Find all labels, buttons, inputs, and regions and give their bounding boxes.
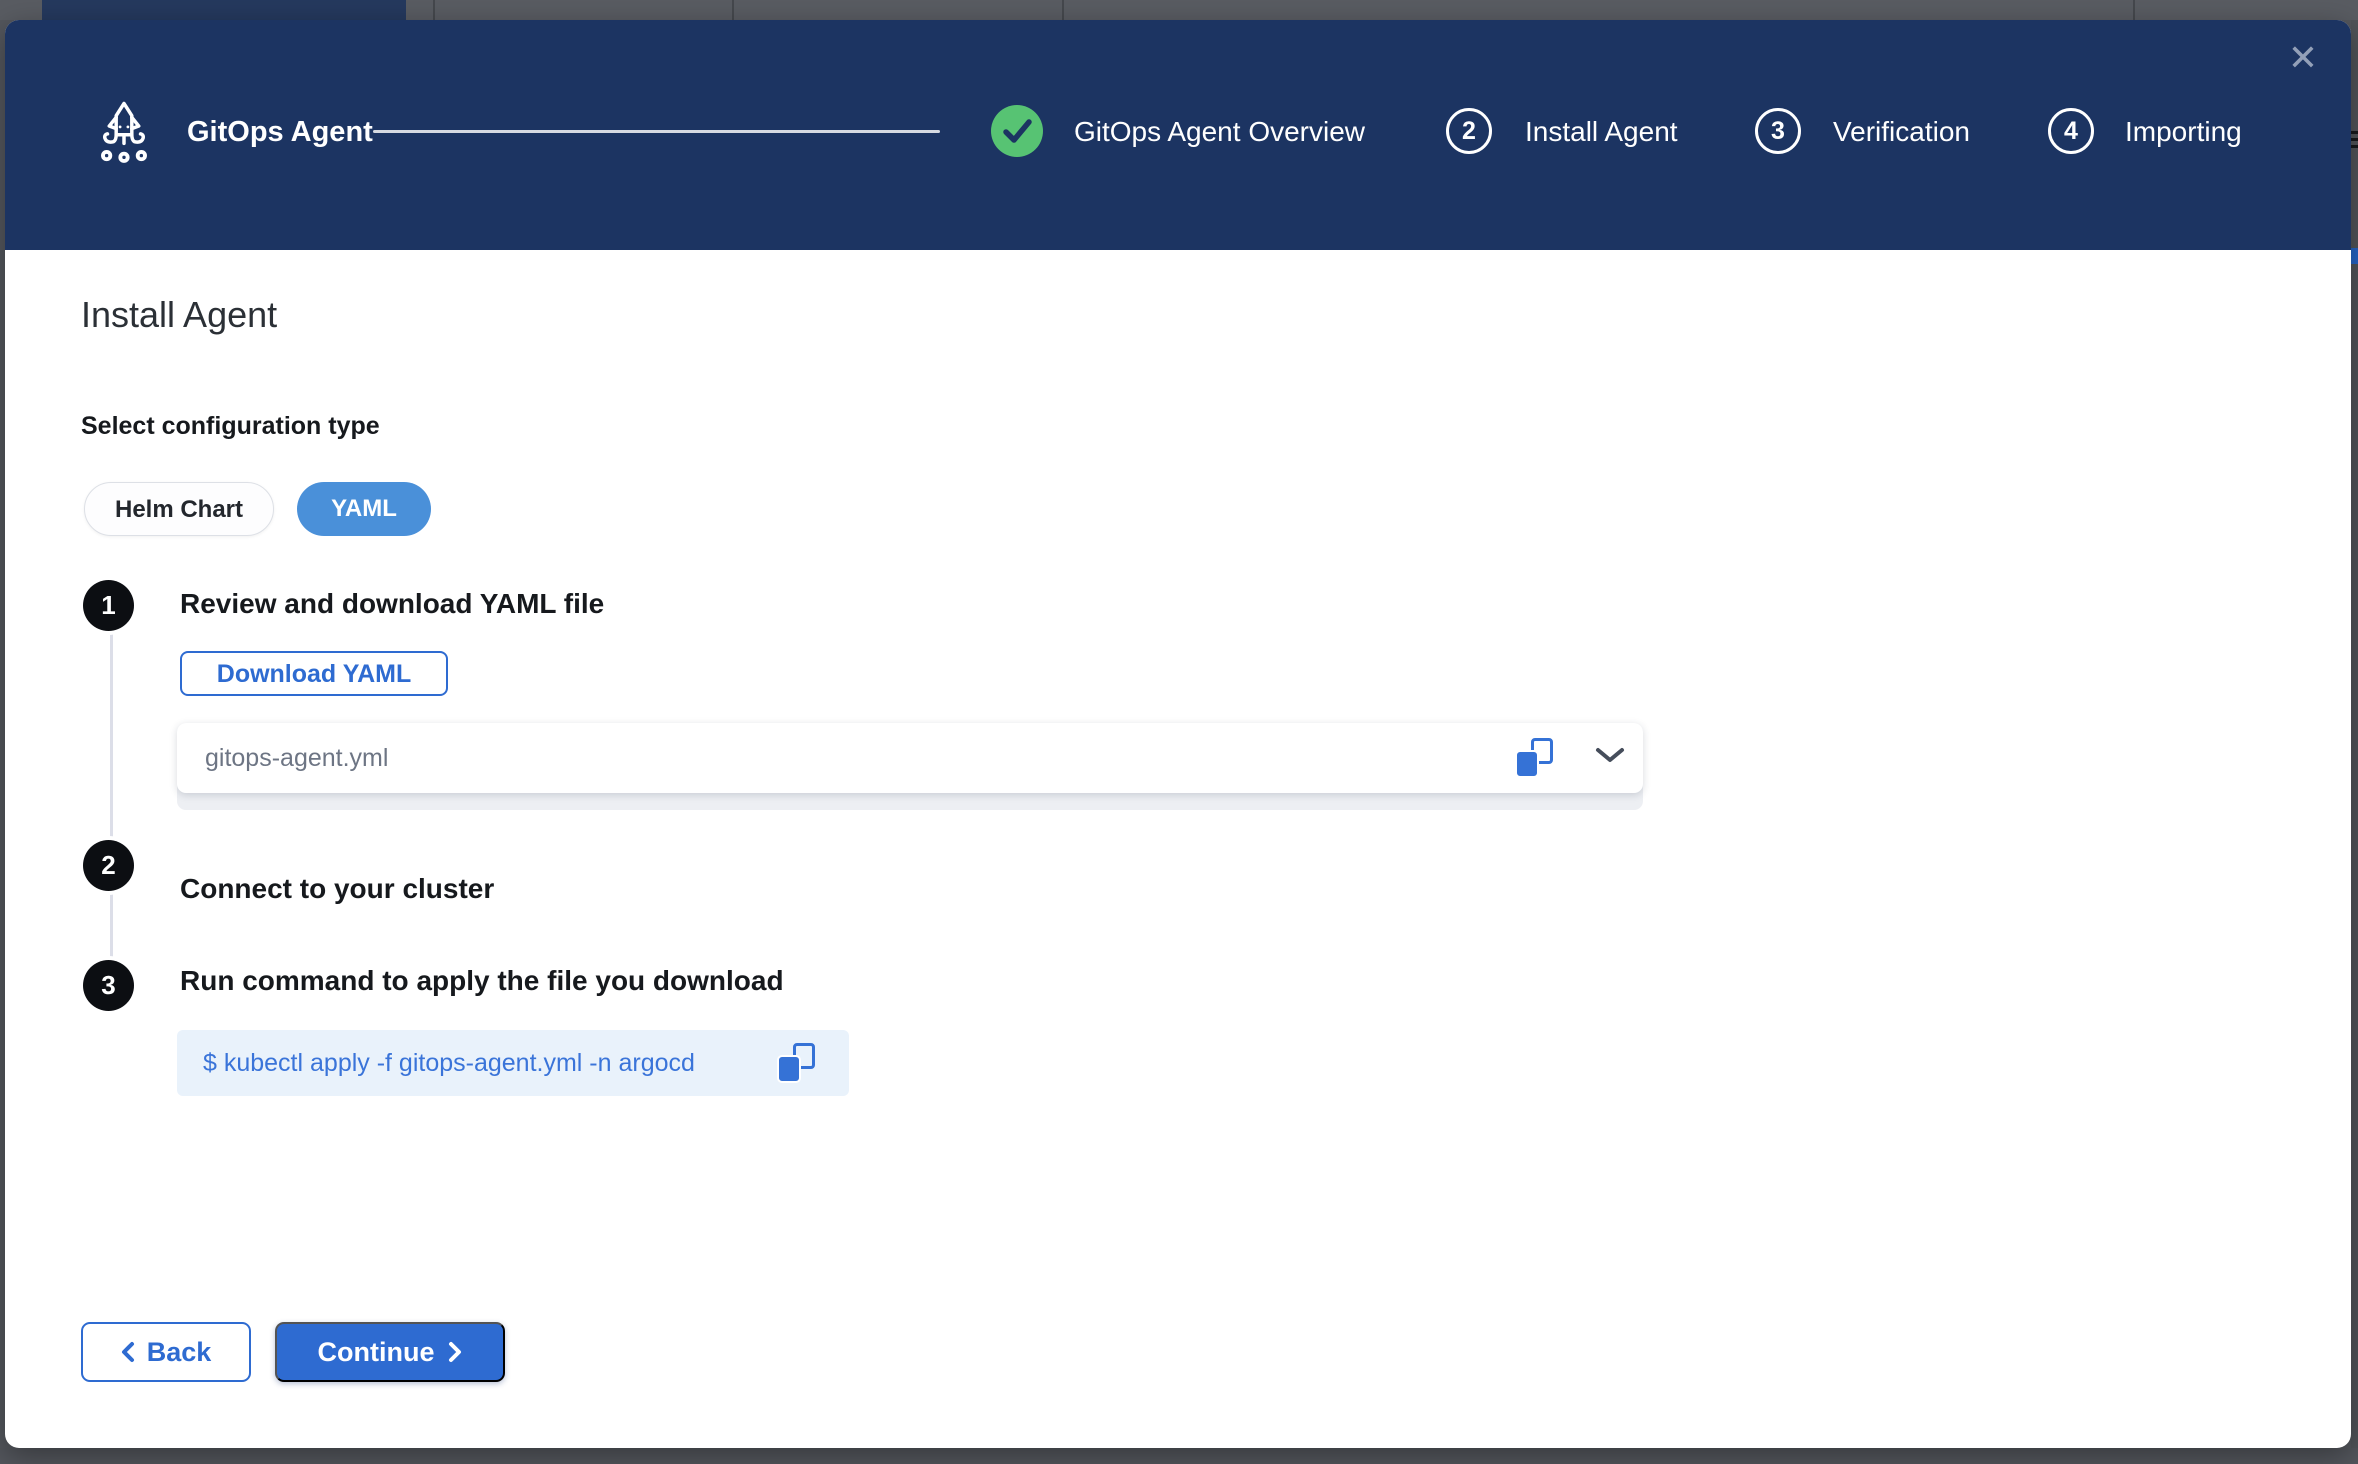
stepper-item-overview[interactable]: GitOps Agent Overview bbox=[1074, 114, 1365, 150]
back-button[interactable]: Back bbox=[81, 1322, 251, 1382]
step-completed-check-icon bbox=[991, 105, 1043, 157]
background-content-fragment bbox=[2351, 248, 2358, 264]
stepper-circle-2: 2 bbox=[1446, 108, 1492, 154]
continue-button[interactable]: Continue bbox=[275, 1322, 505, 1382]
close-icon[interactable]: ✕ bbox=[2281, 36, 2325, 80]
copy-icon[interactable] bbox=[1515, 738, 1553, 778]
stepper-circle-4: 4 bbox=[2048, 108, 2094, 154]
page-title: Install Agent bbox=[81, 294, 277, 336]
continue-button-label: Continue bbox=[318, 1337, 435, 1368]
stepper-item-importing[interactable]: Importing bbox=[2125, 114, 2242, 150]
yaml-file-row[interactable]: gitops-agent.yml bbox=[177, 723, 1643, 793]
chevron-down-icon[interactable] bbox=[1595, 747, 1625, 768]
copy-icon[interactable] bbox=[777, 1043, 815, 1083]
argo-squid-icon bbox=[96, 100, 152, 166]
step-1-circle: 1 bbox=[83, 580, 134, 631]
modal-title: GitOps Agent bbox=[187, 112, 373, 152]
config-type-label: Select configuration type bbox=[81, 412, 380, 441]
tab-separator bbox=[433, 0, 435, 20]
background-right-sliver bbox=[2351, 20, 2358, 1448]
config-option-helm-chart[interactable]: Helm Chart bbox=[84, 482, 274, 536]
chevron-left-icon bbox=[121, 1341, 135, 1363]
chevron-right-icon bbox=[448, 1341, 462, 1363]
step-2-circle: 2 bbox=[83, 840, 134, 891]
download-yaml-button[interactable]: Download YAML bbox=[180, 651, 448, 696]
background-tab-strip bbox=[0, 0, 2358, 20]
screen: GitOps Agent ✕ GitOps Agent Overview 2 I… bbox=[0, 0, 2358, 1464]
background-active-tab bbox=[42, 0, 406, 20]
tab-separator bbox=[2133, 0, 2135, 20]
step-3-circle: 3 bbox=[83, 960, 134, 1011]
step-connector-line bbox=[110, 605, 113, 990]
back-button-label: Back bbox=[147, 1337, 212, 1368]
kubectl-command-box: $ kubectl apply -f gitops-agent.yml -n a… bbox=[177, 1030, 849, 1096]
gitops-agent-wizard-modal: GitOps Agent ✕ GitOps Agent Overview 2 I… bbox=[5, 20, 2351, 1448]
stepper-circle-3: 3 bbox=[1755, 108, 1801, 154]
stepper-item-verification[interactable]: Verification bbox=[1833, 114, 1970, 150]
wizard-header: GitOps Agent ✕ GitOps Agent Overview 2 I… bbox=[5, 20, 2351, 250]
step-2-title: Connect to your cluster bbox=[180, 873, 494, 905]
step-3-title: Run command to apply the file you downlo… bbox=[180, 965, 784, 997]
kubectl-command-text: $ kubectl apply -f gitops-agent.yml -n a… bbox=[203, 1030, 695, 1096]
yaml-file-name: gitops-agent.yml bbox=[205, 723, 388, 793]
step-1-title: Review and download YAML file bbox=[180, 588, 604, 620]
stepper-item-install-agent[interactable]: Install Agent bbox=[1525, 114, 1678, 150]
config-option-yaml[interactable]: YAML bbox=[297, 482, 431, 536]
tab-separator bbox=[732, 0, 734, 20]
tab-separator bbox=[1062, 0, 1064, 20]
header-divider bbox=[373, 130, 940, 133]
background-bottom-strip bbox=[0, 1448, 2358, 1464]
